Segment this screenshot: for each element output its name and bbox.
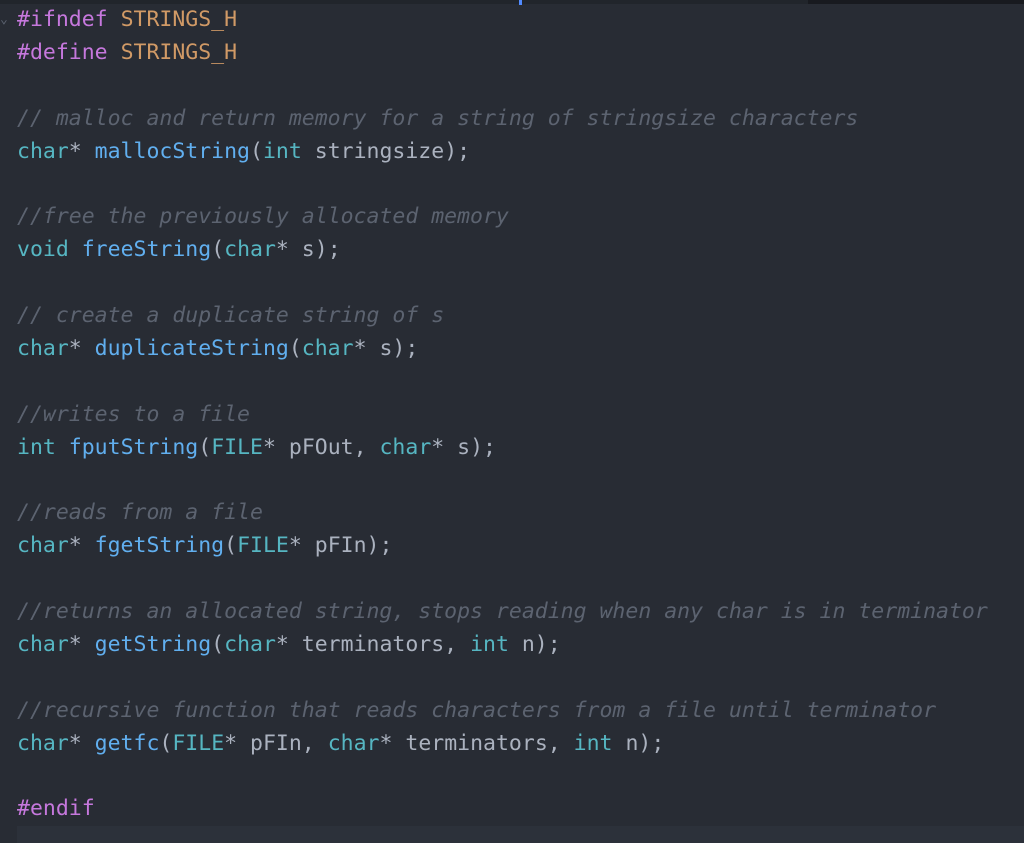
code-token: getString [94,631,212,657]
code-token: char [224,631,276,657]
code-token: * terminators, [275,631,471,657]
code-token: * s); [353,335,419,361]
code-line[interactable]: //free the previously allocated memory [17,201,1024,234]
code-token: //returns an allocated string, stops rea… [17,599,988,625]
code-token: char [327,730,380,756]
code-token: ( [159,730,173,756]
code-token: #define [17,39,121,65]
code-token: stringsize); [301,138,471,164]
code-token: int [573,730,613,756]
code-token: char [17,335,69,361]
code-line[interactable]: char* fgetString(FILE* pFIn); [17,530,1024,563]
code-line[interactable] [17,70,1024,103]
code-token: n); [508,631,561,657]
code-line[interactable] [17,662,1024,695]
code-token: int [262,138,302,164]
code-token: //free the previously allocated memory [17,204,509,230]
code-token: int [470,631,509,657]
code-token: // create a duplicate string of s [17,303,445,329]
code-token: int [17,434,56,460]
code-token: char [17,730,69,756]
code-token: * [68,631,95,657]
code-token: char [17,533,69,559]
code-token: mallocString [94,138,251,164]
code-line[interactable] [17,168,1024,201]
code-token: * pFOut, [262,434,380,460]
code-line[interactable]: //returns an allocated string, stops rea… [17,596,1024,629]
code-editor[interactable]: ⌄ #ifndef STRINGS_H #define STRINGS_H // … [0,0,1024,843]
code-line[interactable]: //reads from a file [17,497,1024,530]
code-token: char [224,237,276,263]
code-line[interactable]: //writes to a file [17,399,1024,432]
code-token: * [68,335,95,361]
fold-chevron-icon[interactable]: ⌄ [0,10,8,30]
code-token: * s); [275,237,341,263]
code-token: * [68,730,95,756]
code-line[interactable] [17,464,1024,497]
code-token: FILE [237,533,289,559]
code-line[interactable]: char* getString(char* terminators, int n… [17,629,1024,662]
code-token: char [17,631,69,657]
code-token: * terminators, [379,730,574,756]
code-token: fputString [68,434,199,460]
code-token: n); [612,730,665,756]
code-line[interactable] [17,366,1024,399]
code-line[interactable]: #endif [17,793,1024,826]
code-text-area[interactable]: #ifndef STRINGS_H #define STRINGS_H // ma… [17,4,1024,826]
code-token: fgetString [94,533,225,559]
code-token: //reads from a file [17,500,263,526]
code-token: ( [288,335,302,361]
code-line[interactable]: void freeString(char* s); [17,234,1024,267]
code-token: STRINGS_H [120,39,238,65]
code-line[interactable] [17,760,1024,793]
code-token: ( [198,434,212,460]
code-token: * s); [431,434,496,460]
code-line[interactable]: char* mallocString(int stringsize); [17,136,1024,169]
code-line[interactable]: #define STRINGS_H [17,37,1024,70]
code-token: //recursive function that reads characte… [17,697,937,723]
code-token: ( [250,138,263,164]
code-token: char [17,138,69,164]
code-token: * pFIn); [288,533,393,559]
code-line[interactable] [17,563,1024,596]
code-line[interactable]: int fputString(FILE* pFOut, char* s); [17,432,1024,465]
code-line[interactable]: //recursive function that reads characte… [17,695,1024,728]
code-token: freeString [81,237,212,263]
code-line[interactable]: char* duplicateString(char* s); [17,333,1024,366]
code-token: char [301,335,354,361]
code-token: ( [211,631,225,657]
code-token: FILE [172,730,225,756]
code-token: STRINGS_H [120,7,238,32]
code-token: getfc [94,730,160,756]
code-line[interactable]: #ifndef STRINGS_H [17,4,1024,37]
code-token: void [17,237,69,263]
code-line[interactable]: // malloc and return memory for a string… [17,103,1024,136]
code-token: * [68,533,95,559]
code-line[interactable] [17,267,1024,300]
code-line[interactable]: // create a duplicate string of s [17,300,1024,333]
code-token: #endif [17,796,95,822]
code-token: ( [224,533,238,559]
code-token: //writes to a file [17,401,250,427]
code-line[interactable]: char* getfc(FILE* pFIn, char* terminator… [17,728,1024,761]
code-token: #ifndef [17,7,121,32]
code-token: // malloc and return memory for a string… [17,105,859,131]
code-token: char [379,434,432,460]
code-token: * pFIn, [224,730,328,756]
code-token: FILE [211,434,263,460]
code-token: ( [211,237,225,263]
current-line-highlight [17,826,1024,843]
code-token: * [68,138,95,164]
code-token: duplicateString [94,335,289,361]
